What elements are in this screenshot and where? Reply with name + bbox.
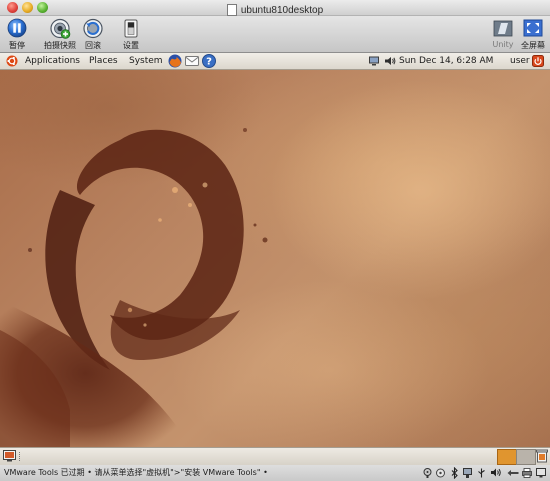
settings-label: 设置: [123, 41, 139, 50]
full-screen-icon: [523, 19, 543, 37]
take-snapshot-button[interactable]: 拍摄快照: [42, 16, 78, 52]
hard-disk-icon[interactable]: [423, 468, 432, 478]
unity-icon: [493, 20, 513, 37]
pause-label: 暂停: [9, 41, 25, 50]
gnome-bottom-panel: [0, 447, 550, 466]
sound-card-icon[interactable]: [490, 467, 502, 478]
unity-label: Unity: [492, 40, 514, 49]
panel-handle: [19, 452, 21, 461]
vm-toolbar: 暂停 拍摄快照 回滚 设置 Unity 全屏幕: [0, 16, 550, 53]
settings-switch-icon: [124, 19, 138, 38]
panel-clock[interactable]: Sun Dec 14, 6:28 AM: [399, 53, 493, 69]
pause-icon: [7, 18, 27, 38]
unity-button[interactable]: Unity: [490, 16, 516, 52]
ubuntu-logo-icon[interactable]: [6, 55, 18, 67]
settings-button[interactable]: 设置: [118, 16, 144, 52]
bluetooth-icon[interactable]: [451, 467, 458, 479]
menu-places[interactable]: Places: [89, 53, 118, 69]
document-icon: [226, 3, 237, 16]
email-launcher-icon[interactable]: [185, 55, 199, 67]
full-screen-button[interactable]: 全屏幕: [518, 16, 548, 52]
window-title-area: ubuntu810desktop: [0, 0, 550, 16]
vmware-status-bar: VMware Tools 已过期 • 请从菜单选择"虚拟机">"安装 VMwar…: [0, 465, 550, 481]
show-desktop-icon[interactable]: [3, 450, 16, 462]
firefox-launcher-icon[interactable]: [168, 54, 182, 68]
window-titlebar[interactable]: ubuntu810desktop: [0, 0, 550, 16]
svg-text:?: ?: [206, 57, 212, 68]
snapshot-label: 拍摄快照: [44, 41, 76, 50]
help-launcher-icon[interactable]: ?: [202, 54, 216, 68]
full-screen-label: 全屏幕: [521, 41, 545, 50]
cd-dvd-icon[interactable]: [436, 468, 445, 478]
network-icon[interactable]: [368, 56, 380, 66]
revert-button[interactable]: 回滚: [78, 16, 108, 52]
revert-icon: [83, 18, 103, 39]
desktop-wallpaper[interactable]: [0, 70, 550, 447]
workspace-1[interactable]: [497, 449, 517, 465]
wallpaper-art: [0, 80, 550, 447]
volume-icon[interactable]: [384, 56, 396, 66]
trash-icon[interactable]: [536, 449, 548, 463]
printer-icon[interactable]: [522, 468, 532, 478]
workspace-2[interactable]: [516, 449, 536, 465]
pause-button[interactable]: 暂停: [0, 16, 34, 52]
display-settings-icon[interactable]: [536, 468, 546, 478]
snapshot-icon: [50, 18, 71, 39]
user-switcher[interactable]: user: [510, 53, 530, 69]
tools-status-message[interactable]: VMware Tools 已过期 • 请从菜单选择"虚拟机">"安装 VMwar…: [4, 465, 268, 481]
network-adapter-icon[interactable]: [463, 468, 472, 478]
shared-folders-icon[interactable]: [507, 468, 519, 478]
revert-label: 回滚: [85, 41, 101, 50]
window-title: ubuntu810desktop: [240, 5, 324, 16]
menu-system[interactable]: System: [129, 53, 163, 69]
menu-applications[interactable]: Applications: [25, 53, 80, 69]
gnome-top-panel: Applications Places System ? Sun Dec 14,…: [0, 53, 550, 70]
usb-icon[interactable]: [477, 468, 486, 478]
shutdown-icon[interactable]: [532, 55, 544, 67]
